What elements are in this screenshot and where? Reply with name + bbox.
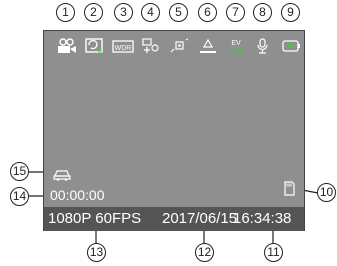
parking-monitor-icon — [140, 38, 162, 54]
callout-3: 3 — [114, 3, 133, 22]
callout-8: 8 — [253, 3, 272, 22]
sd-card-icon — [284, 181, 295, 196]
wdr-label: WDR — [115, 45, 132, 52]
motion-detection-icon — [168, 38, 190, 54]
callout-12: 12 — [195, 243, 214, 262]
audio-recording-icon — [252, 38, 274, 54]
resolution-fps: 1080P 60FPS — [48, 210, 142, 227]
callout-11: 11 — [264, 243, 283, 262]
callout-4: 4 — [141, 3, 160, 22]
record-time: 00:00:00 — [50, 187, 105, 203]
car-icon — [52, 167, 72, 181]
callout-2: 2 — [84, 3, 103, 22]
battery-charging-icon — [280, 38, 302, 54]
callout-9: 9 — [281, 3, 300, 22]
loop-recording-icon: 3 — [83, 38, 105, 54]
g-sensor-icon — [197, 38, 219, 54]
video-mode-icon — [56, 38, 78, 54]
ev-value: 0.0 — [230, 46, 242, 54]
status-icon-bar: 3 WDR EV 0.0 — [44, 31, 304, 59]
time-display: 16:34:38 — [233, 210, 292, 227]
callout-5: 5 — [169, 3, 188, 22]
date-display: 2017/06/15 — [162, 210, 238, 227]
callout-13: 13 — [87, 243, 106, 262]
dashcam-screen: 3 WDR EV 0.0 00:00:00 1080P 60FPS 2017/0… — [43, 30, 305, 231]
ev-icon: EV 0.0 — [225, 38, 247, 54]
wdr-icon: WDR — [112, 38, 134, 54]
callout-6: 6 — [198, 3, 217, 22]
callout-15: 15 — [10, 162, 29, 181]
loop-minutes: 3 — [98, 48, 102, 54]
callout-10: 10 — [317, 183, 336, 202]
bottom-info-bar: 1080P 60FPS 2017/06/15 16:34:38 — [44, 207, 304, 231]
callout-14: 14 — [10, 187, 29, 206]
callout-7: 7 — [226, 3, 245, 22]
callout-1: 1 — [56, 3, 75, 22]
